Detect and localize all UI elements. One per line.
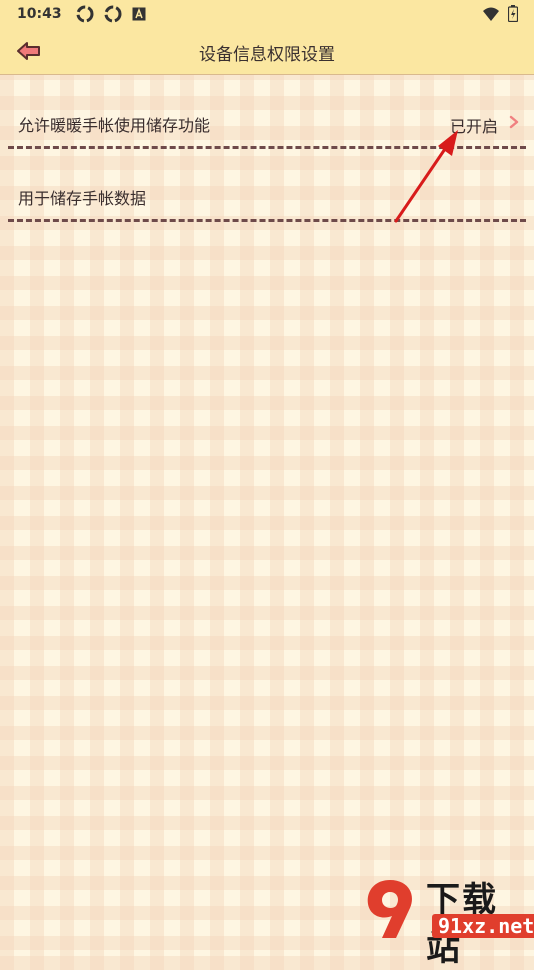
watermark-logo-icon: [367, 880, 412, 938]
page-title: 设备信息权限设置: [199, 45, 335, 65]
wifi-icon: [483, 7, 499, 21]
sync-icon: [104, 5, 122, 23]
status-bar: 10:43: [0, 0, 534, 28]
status-left-icons: [76, 5, 146, 23]
sync-icon: [76, 5, 94, 23]
chevron-right-icon: [509, 115, 519, 129]
storage-permission-label: 允许暖暖手帐使用储存功能: [18, 116, 211, 135]
status-time: 10:43: [17, 6, 62, 22]
font-icon: [132, 7, 146, 21]
storage-description-label: 用于储存手帐数据: [18, 189, 147, 208]
battery-icon: [508, 5, 518, 22]
storage-description-row: 用于储存手帐数据: [0, 150, 534, 220]
app-header: 设备信息权限设置: [0, 28, 534, 75]
row-divider: [8, 219, 526, 222]
row-divider: [8, 146, 526, 149]
storage-permission-status: 已开启: [449, 117, 498, 136]
watermark: 下载站 91xz.net: [360, 866, 534, 969]
storage-permission-row[interactable]: 允许暖暖手帐使用储存功能 已开启: [0, 76, 534, 146]
status-right-icons: [482, 5, 518, 22]
watermark-url: 91xz.net: [432, 914, 534, 938]
